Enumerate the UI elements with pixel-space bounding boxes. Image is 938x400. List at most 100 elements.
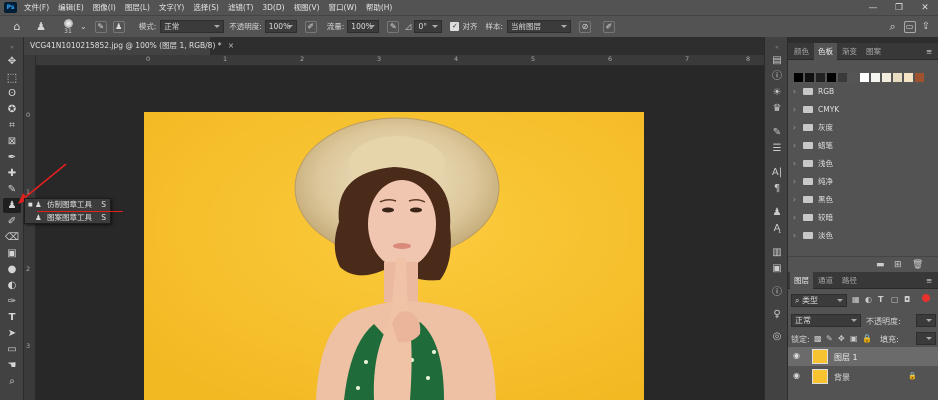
swatch-color[interactable] (903, 72, 914, 83)
menu-window[interactable]: 窗口(W) (329, 2, 357, 13)
flow-input[interactable]: 100% (347, 20, 380, 33)
pen-tool-icon[interactable]: ✑ (3, 294, 21, 309)
swatch-group[interactable]: › CMYK (793, 101, 923, 118)
sample-select[interactable]: 当前图层 (506, 20, 571, 33)
brush-dropdown-icon[interactable]: ⌄ (80, 22, 87, 31)
eye-icon[interactable]: ◉ (793, 351, 800, 360)
lock-pixels-icon[interactable]: ✎ (826, 334, 833, 343)
swatch-group[interactable]: › 较暗 (793, 209, 923, 226)
tab-color[interactable]: 颜色 (790, 43, 813, 60)
fill-input[interactable] (916, 332, 936, 345)
glyphs-panel-icon[interactable]: Ą (768, 221, 786, 236)
minimize-button[interactable]: — (860, 3, 886, 13)
swatch-color[interactable] (881, 72, 892, 83)
flyout-item-clone-stamp[interactable]: ■ ♟ 仿制图章工具 S (25, 199, 110, 211)
tab-channels[interactable]: 通道 (814, 272, 837, 289)
filter-shape-icon[interactable]: ▢ (891, 295, 899, 304)
properties-panel-icon[interactable]: ☰ (768, 141, 786, 156)
marquee-tool-icon[interactable]: ⬚ (3, 70, 21, 85)
clone-stamp-preset-icon[interactable]: ♟ (32, 20, 50, 33)
rectangle-tool-icon[interactable]: ▭ (3, 342, 21, 357)
search-icon[interactable]: ⌕ (889, 20, 895, 34)
blend-mode-select[interactable]: 正常 (791, 314, 861, 327)
swatch-color[interactable] (870, 72, 881, 83)
swatch-group[interactable]: › RGB (793, 83, 923, 100)
learn-panel-icon[interactable]: ⓘ (768, 285, 786, 300)
filter-toggle-icon[interactable] (922, 294, 930, 302)
menu-type[interactable]: 文字(Y) (159, 2, 184, 13)
character-panel-icon[interactable]: A| (768, 165, 786, 180)
swatch-color[interactable] (837, 72, 848, 83)
eye-icon[interactable]: ◉ (793, 371, 800, 380)
info-panel-icon[interactable]: ⓘ (768, 69, 786, 84)
tips-panel-icon[interactable]: ♀ (768, 307, 786, 322)
channels-panel-icon[interactable]: ◎ (768, 329, 786, 344)
filter-smart-object-icon[interactable]: ◘ (904, 295, 910, 304)
new-group-icon[interactable]: ▬ (876, 260, 885, 270)
history-brush-tool-icon[interactable]: ✐ (3, 214, 21, 229)
home-icon[interactable]: ⌂ (8, 20, 26, 33)
lock-all-icon[interactable]: 🔒 (862, 334, 872, 343)
history-panel-icon[interactable]: ▤ (768, 53, 786, 68)
swatch-group[interactable]: › 纯净 (793, 173, 923, 190)
move-tool-icon[interactable]: ✥ (3, 54, 21, 69)
type-tool-icon[interactable]: T (3, 310, 21, 325)
tab-gradients[interactable]: 渐变 (838, 43, 861, 60)
layer-row[interactable]: ◉ 背景 🔒 (788, 367, 938, 386)
swatch-group[interactable]: › 蜡笔 (793, 137, 923, 154)
restore-button[interactable]: ❐ (886, 3, 912, 13)
close-window-button[interactable]: ✕ (912, 3, 938, 13)
new-swatch-icon[interactable]: ⊞ (894, 260, 902, 270)
menu-edit[interactable]: 编辑(E) (58, 2, 84, 13)
lasso-tool-icon[interactable]: ʘ (3, 86, 21, 101)
filter-adjustment-icon[interactable]: ◐ (865, 295, 872, 304)
layer-filter-select[interactable]: ⌕ 类型 (791, 294, 847, 307)
brush-settings-icon[interactable]: ✎ (94, 20, 107, 33)
swatch-color[interactable] (793, 72, 804, 83)
layer-opacity-input[interactable] (916, 314, 936, 327)
document-tab[interactable]: VCG41N1010215852.jpg @ 100% (图层 1, RGB/8… (24, 37, 234, 55)
brush-preset-picker[interactable]: 31 (60, 18, 76, 35)
menu-select[interactable]: 选择(S) (193, 2, 219, 13)
share-icon[interactable]: ⇪ (922, 21, 930, 32)
brush-settings-panel-icon[interactable]: ✎ (768, 125, 786, 140)
menu-layer[interactable]: 图层(L) (125, 2, 150, 13)
swatch-color[interactable] (826, 72, 837, 83)
align-checkbox[interactable]: ✓ (450, 22, 460, 31)
opacity-input[interactable]: 100% (264, 20, 297, 33)
document-tab-close-icon[interactable]: × (228, 41, 234, 50)
dodge-tool-icon[interactable]: ◐ (3, 278, 21, 293)
frame-tool-icon[interactable]: ⊠ (3, 134, 21, 149)
lock-transparent-icon[interactable]: ▩ (814, 334, 822, 343)
menu-help[interactable]: 帮助(H) (366, 2, 393, 13)
tab-patterns[interactable]: 图案 (862, 43, 885, 60)
swatch-group[interactable]: › 黑色 (793, 191, 923, 208)
libraries-panel-icon[interactable]: ♛ (768, 101, 786, 116)
document-canvas[interactable] (144, 112, 644, 400)
swatch-color[interactable] (914, 72, 925, 83)
hand-tool-icon[interactable]: ☚ (3, 358, 21, 373)
trash-icon[interactable]: 🗑 (912, 260, 923, 270)
gradient-tool-icon[interactable]: ▣ (3, 246, 21, 261)
layer-row[interactable]: ◉ 图层 1 (788, 347, 938, 366)
menu-file[interactable]: 文件(F) (24, 2, 49, 13)
toolbar-collapse-icon[interactable]: » (3, 40, 21, 55)
eraser-tool-icon[interactable]: ⌫ (3, 230, 21, 245)
clone-source-panel-icon[interactable]: ♟ (768, 205, 786, 220)
workspace-icon[interactable]: ▭ (903, 20, 916, 33)
swatch-color[interactable] (859, 72, 870, 83)
actions-panel-icon[interactable]: ▣ (768, 261, 786, 276)
swatch-group[interactable]: › 淡色 (793, 227, 923, 244)
timeline-panel-icon[interactable]: ▥ (768, 245, 786, 260)
quick-select-tool-icon[interactable]: ✪ (3, 102, 21, 117)
airbrush-icon[interactable]: ✎ (387, 20, 400, 33)
swatch-group[interactable]: › 灰度 (793, 119, 923, 136)
path-select-tool-icon[interactable]: ➤ (3, 326, 21, 341)
clone-source-icon[interactable]: ♟ (112, 20, 125, 33)
mode-select[interactable]: 正常 (160, 20, 225, 33)
swatch-group[interactable]: › 浅色 (793, 155, 923, 172)
menu-filter[interactable]: 滤镜(T) (228, 2, 253, 13)
menu-view[interactable]: 视图(V) (294, 2, 320, 13)
swatch-color[interactable] (804, 72, 815, 83)
filter-pixel-icon[interactable]: ▦ (852, 295, 860, 304)
